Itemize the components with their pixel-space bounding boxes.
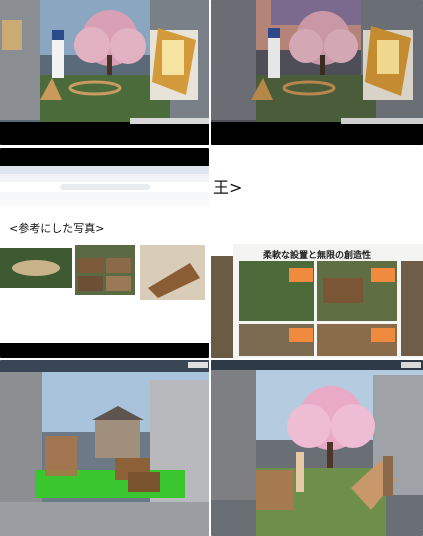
slide-bracket-fragment: 王> (213, 178, 243, 197)
blossom-viewport (211, 360, 423, 536)
slide-flexibility-panel: 王> 柔軟な設置と無限の創造性 (211, 148, 423, 358)
editor-3d-panel-blossom (211, 360, 423, 536)
slide-title: 柔軟な設置と無限の創造性 (263, 251, 372, 261)
street-scene-panel-1 (0, 0, 209, 145)
slide-heading: <参考にした写真> (9, 222, 105, 235)
street-scene-image (0, 0, 209, 145)
browser-reference-panel: <参考にした写真> (0, 148, 209, 358)
street-scene-panel-2 (211, 0, 423, 145)
street-scene-dusk-image (211, 0, 423, 145)
video-collage: <参考にした写真> 王> 柔軟な設置と無限の創造性 (0, 0, 423, 536)
editor-3d-panel (0, 360, 209, 536)
browser-window (0, 148, 209, 358)
editor-viewport (0, 360, 209, 536)
